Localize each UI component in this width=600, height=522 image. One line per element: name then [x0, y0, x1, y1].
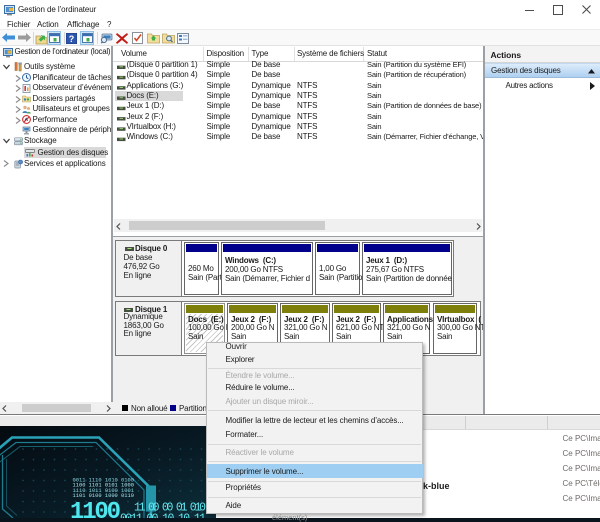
- svg-text:1100: 1100: [70, 499, 121, 518]
- svg-text:0011 00 10 10 11: 0011 00 10 10 11: [120, 513, 206, 519]
